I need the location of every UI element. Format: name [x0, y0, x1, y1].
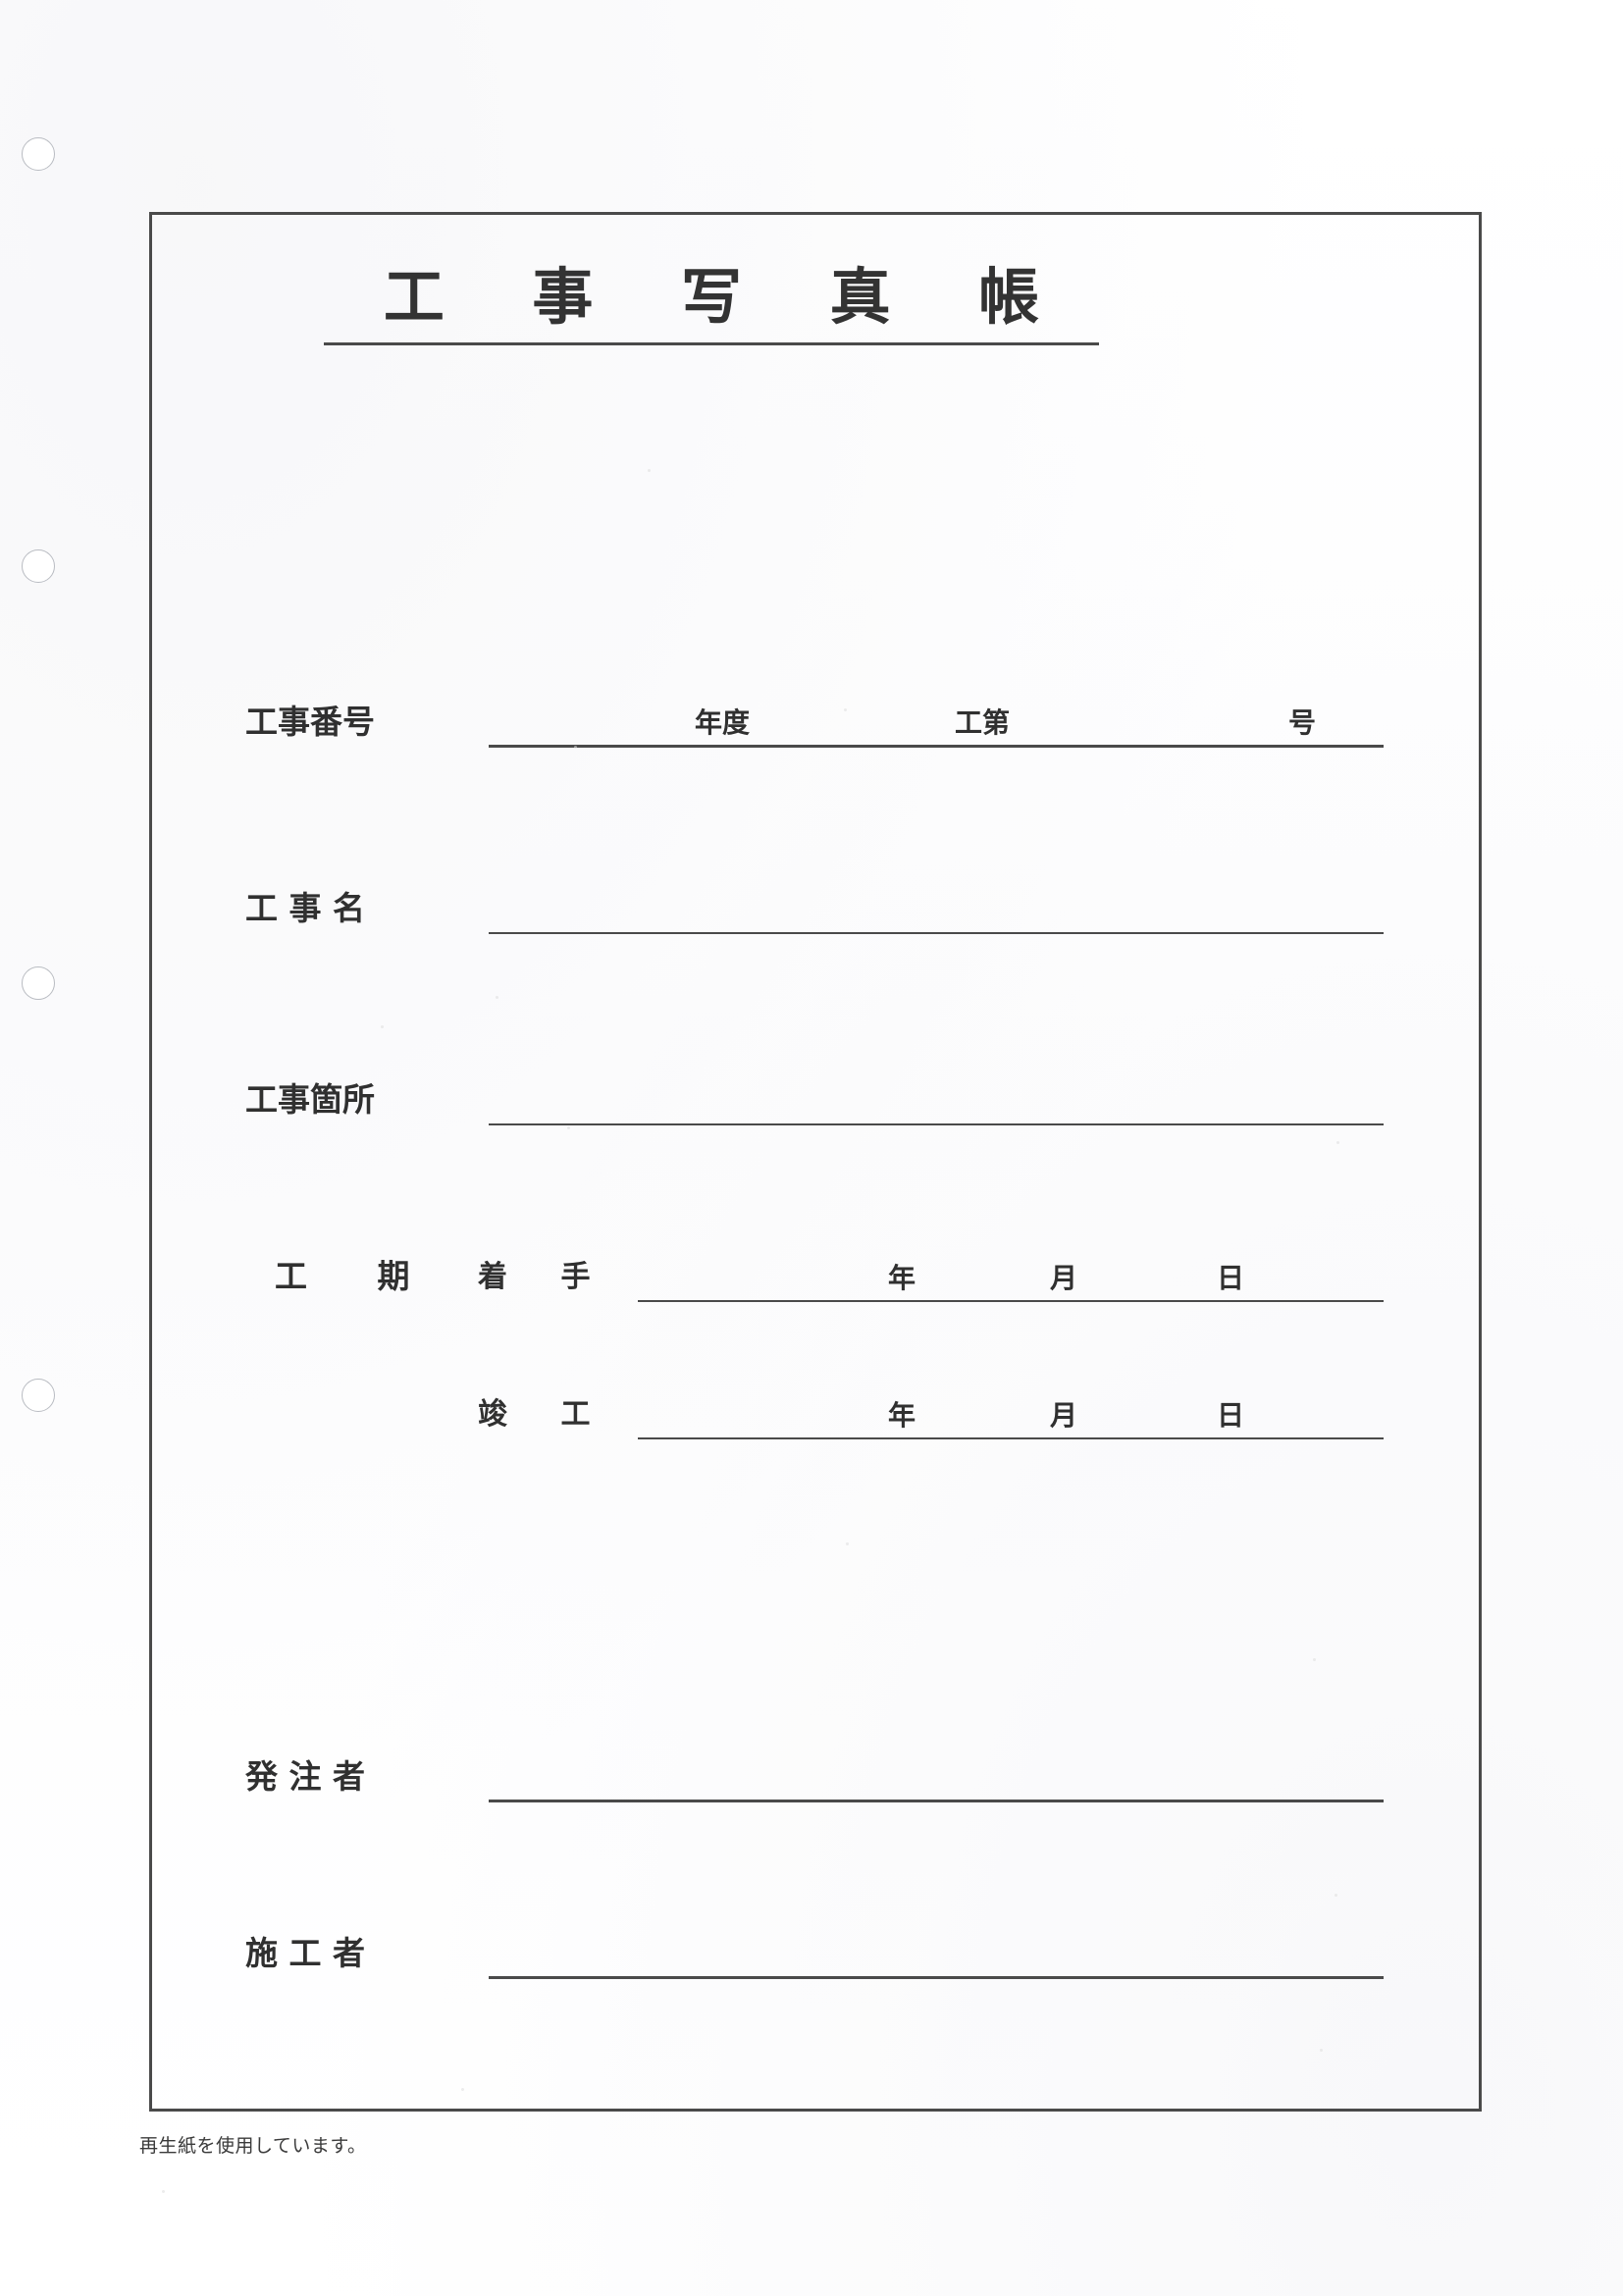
scan-speck: [162, 2190, 165, 2193]
input-period-start[interactable]: 年 月 日: [638, 1241, 1384, 1302]
unit-number: 号: [1288, 706, 1317, 739]
unit-completion-year: 年: [888, 1399, 916, 1432]
unit-start-day: 日: [1217, 1262, 1245, 1294]
input-project-number[interactable]: 年度 工第 号: [489, 687, 1384, 748]
unit-start-month: 月: [1050, 1262, 1078, 1294]
input-project-name[interactable]: [489, 873, 1384, 934]
label-period: 工 期: [275, 1257, 440, 1295]
input-period-completion[interactable]: 年 月 日: [638, 1379, 1384, 1439]
label-project-number: 工事番号: [245, 703, 375, 741]
input-project-location[interactable]: [489, 1065, 1384, 1125]
title-block: 工 事 写 真 帳: [324, 261, 1099, 346]
field-row-period-start: 工 期 着 手 年 月 日: [245, 1241, 1384, 1302]
field-row-project-number: 工事番号 年度 工第 号: [245, 687, 1384, 748]
field-row-client: 発 注 者: [245, 1742, 1384, 1802]
punch-hole-2: [22, 549, 55, 583]
label-project-name: 工 事 名: [245, 889, 365, 927]
scanned-page: 工 事 写 真 帳 工事番号 年度 工第 号 工 事 名 工事箇所 工 期 着 …: [0, 0, 1623, 2296]
recycled-paper-note: 再生紙を使用しています。: [139, 2135, 367, 2157]
unit-completion-day: 日: [1217, 1399, 1245, 1432]
input-contractor[interactable]: [489, 1918, 1384, 1979]
unit-work-no: 工第: [955, 706, 1011, 739]
punch-hole-1: [22, 137, 55, 171]
field-row-project-location: 工事箇所: [245, 1065, 1384, 1125]
label-contractor: 施 工 者: [245, 1934, 365, 1972]
unit-fiscal-year: 年度: [695, 706, 751, 739]
label-client: 発 注 者: [245, 1757, 365, 1796]
title-underline: [324, 342, 1099, 346]
unit-completion-month: 月: [1050, 1399, 1078, 1432]
label-project-location: 工事箇所: [245, 1080, 375, 1119]
form-border-frame: [149, 212, 1482, 2112]
unit-start-year: 年: [888, 1262, 916, 1294]
label-period-completion: 竣 工: [478, 1397, 612, 1432]
field-row-contractor: 施 工 者: [245, 1918, 1384, 1979]
punch-hole-3: [22, 966, 55, 1000]
field-row-period-completion: 竣 工 年 月 日: [245, 1379, 1384, 1439]
input-client[interactable]: [489, 1742, 1384, 1802]
field-row-project-name: 工 事 名: [245, 873, 1384, 934]
page-title: 工 事 写 真 帳: [383, 261, 1073, 333]
punch-hole-4: [22, 1379, 55, 1412]
label-period-start: 着 手: [478, 1260, 612, 1294]
